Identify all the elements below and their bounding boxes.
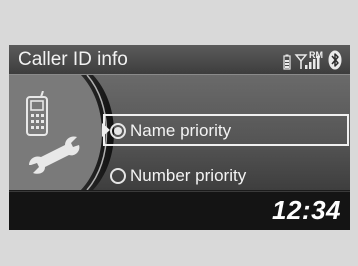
phone-settings-graphic — [9, 74, 114, 191]
page-title: Caller ID info — [18, 49, 128, 70]
selection-arrow-icon — [102, 123, 110, 137]
status-icons: RM — [283, 48, 342, 70]
option-number-priority[interactable]: Number priority — [110, 163, 246, 189]
roaming-indicator: RM — [309, 50, 323, 60]
title-bar: Caller ID info RM — [9, 45, 350, 75]
radio-unselected-icon — [110, 168, 126, 184]
option-label: Number priority — [130, 166, 247, 185]
clock: 12:34 — [272, 195, 341, 225]
phone-battery-icon — [283, 54, 291, 70]
radio-selected-icon — [110, 123, 126, 139]
bluetooth-icon — [328, 50, 342, 70]
option-name-priority[interactable]: Name priority — [110, 118, 231, 144]
option-label: Name priority — [130, 121, 232, 140]
wrench-icon — [25, 135, 81, 180]
status-footer: 12:34 — [9, 191, 350, 230]
